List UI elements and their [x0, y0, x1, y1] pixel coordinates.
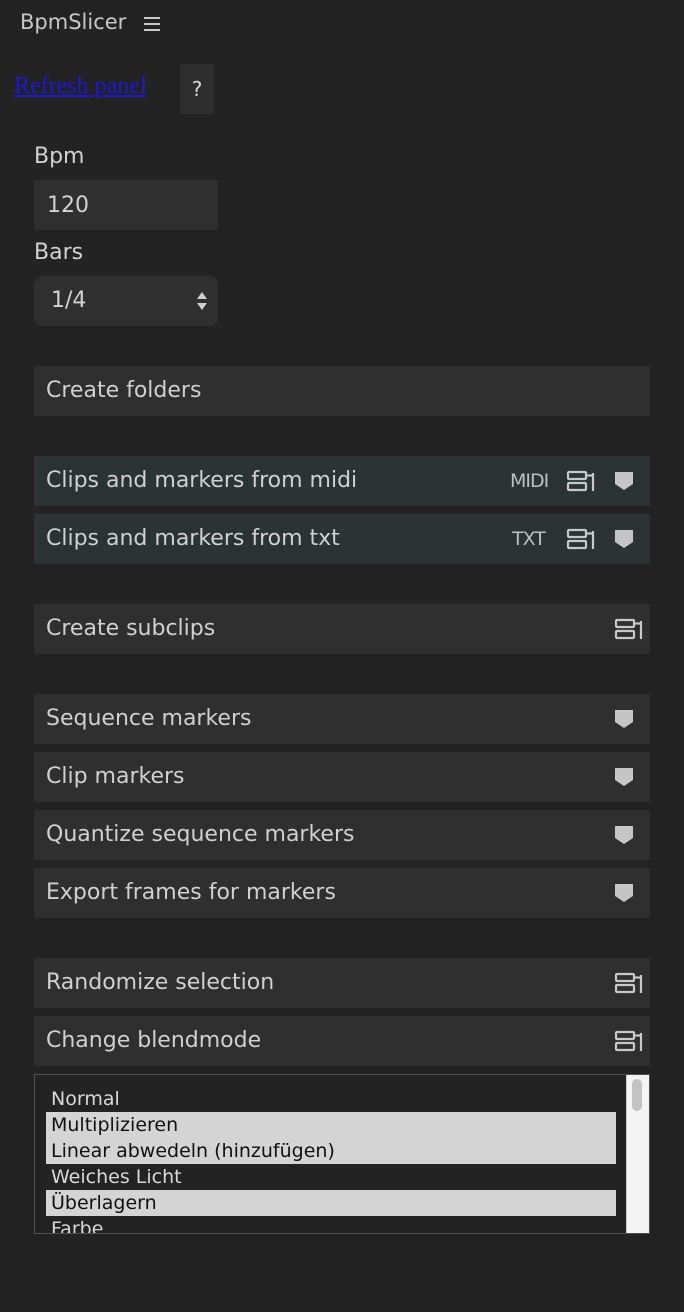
create-folders-label: Create folders [46, 378, 202, 403]
sequence-markers-label: Sequence markers [46, 706, 252, 731]
updown-arrows-icon [197, 292, 207, 310]
export-frames-button[interactable]: Export frames for markers [34, 868, 650, 918]
bars-label: Bars [34, 240, 84, 265]
scrollbar-thumb[interactable] [632, 1079, 642, 1111]
list-item[interactable]: Multiplizieren [46, 1112, 616, 1138]
quantize-sequence-markers-button[interactable]: Quantize sequence markers [34, 810, 650, 860]
app-title: BpmSlicer [20, 10, 127, 34]
clip-markers-button[interactable]: Clip markers [34, 752, 650, 802]
create-subclips-label: Create subclips [46, 616, 216, 641]
bpm-label: Bpm [34, 144, 85, 169]
clips-markers-midi-label: Clips and markers from midi [46, 468, 358, 493]
bpm-input[interactable] [34, 180, 218, 230]
txt-icon: TXT [512, 528, 546, 550]
create-subclips-button[interactable]: Create subclips [34, 604, 650, 654]
clip-icon [614, 972, 643, 994]
list-item[interactable]: Weiches Licht [46, 1164, 616, 1190]
title-bar: BpmSlicer [0, 0, 684, 50]
clip-icon [614, 1030, 643, 1052]
randomize-selection-button[interactable]: Randomize selection [34, 958, 650, 1008]
quantize-sequence-markers-label: Quantize sequence markers [46, 822, 355, 847]
clips-markers-txt-label: Clips and markers from txt [46, 526, 340, 551]
marker-icon [615, 884, 633, 902]
blendmode-list[interactable]: Normal Multiplizieren Linear abwedeln (h… [34, 1074, 650, 1234]
export-frames-label: Export frames for markers [46, 880, 336, 905]
marker-icon [615, 768, 633, 786]
sequence-markers-button[interactable]: Sequence markers [34, 694, 650, 744]
bars-select[interactable]: 1/4 [34, 276, 218, 326]
clip-markers-label: Clip markers [46, 764, 185, 789]
midi-icon: MIDI [510, 470, 549, 492]
list-scrollbar[interactable] [626, 1075, 649, 1233]
list-item[interactable]: Überlagern [46, 1190, 616, 1216]
clip-icon [614, 618, 643, 640]
list-item[interactable]: Normal [46, 1086, 616, 1112]
marker-icon [615, 710, 633, 728]
list-item[interactable]: Linear abwedeln (hinzufügen) [46, 1138, 616, 1164]
bars-select-value: 1/4 [51, 288, 87, 313]
clip-icon [566, 528, 595, 550]
help-button[interactable]: ? [180, 64, 214, 114]
marker-icon [615, 472, 633, 490]
marker-icon [615, 826, 633, 844]
change-blendmode-button[interactable]: Change blendmode [34, 1016, 650, 1066]
marker-icon [615, 530, 633, 548]
clips-markers-txt-button[interactable]: Clips and markers from txt TXT [34, 514, 650, 564]
hamburger-icon[interactable] [144, 17, 160, 31]
randomize-selection-label: Randomize selection [46, 970, 275, 995]
refresh-panel-link[interactable]: Refresh panel [14, 73, 147, 100]
create-folders-button[interactable]: Create folders [34, 366, 650, 416]
list-item[interactable]: Farbe [46, 1216, 616, 1233]
clip-icon [566, 470, 595, 492]
clips-markers-midi-button[interactable]: Clips and markers from midi MIDI [34, 456, 650, 506]
change-blendmode-label: Change blendmode [46, 1028, 262, 1053]
